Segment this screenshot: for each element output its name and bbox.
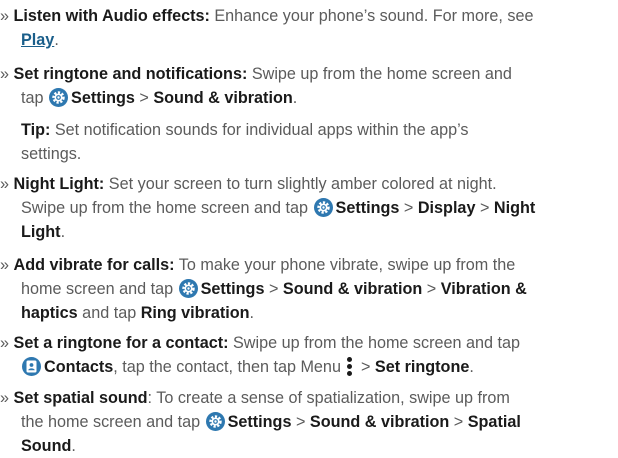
bullet: » bbox=[0, 256, 10, 274]
item-heading: Add vibrate for calls: bbox=[13, 256, 175, 274]
item-heading: Set spatial sound bbox=[13, 389, 148, 407]
play-link[interactable]: Play bbox=[21, 31, 54, 49]
contacts-icon bbox=[22, 357, 41, 376]
bullet: » bbox=[0, 65, 10, 83]
bullet: » bbox=[0, 389, 10, 407]
bullet: » bbox=[0, 175, 10, 193]
item-heading: Set ringtone and notifications: bbox=[13, 65, 248, 83]
item-heading: Night Light: bbox=[13, 175, 105, 193]
list-item-ringtone-notifications: » Set ringtone and notifications: Swipe … bbox=[0, 65, 512, 107]
list-item-audio-effects: » Listen with Audio effects: Enhance you… bbox=[0, 7, 534, 49]
document-page: » Listen with Audio effects: Enhance you… bbox=[0, 0, 618, 455]
bullet: » bbox=[0, 7, 10, 25]
list-item-spatial-sound: » Set spatial sound: To create a sense o… bbox=[0, 389, 521, 455]
tip-label: Tip: bbox=[21, 121, 51, 139]
tip-note: Tip: Set notification sounds for individ… bbox=[21, 121, 469, 163]
menu-kebab-icon bbox=[347, 357, 353, 376]
list-item-night-light: » Night Light: Set your screen to turn s… bbox=[0, 175, 536, 241]
settings-gear-icon bbox=[205, 412, 225, 431]
settings-gear-icon bbox=[49, 88, 69, 107]
list-item-contact-ringtone: » Set a ringtone for a contact: Swipe up… bbox=[0, 334, 521, 376]
list-item-vibrate-calls: » Add vibrate for calls: To make your ph… bbox=[0, 256, 527, 322]
bullet: » bbox=[0, 334, 10, 352]
item-heading: Set a ringtone for a contact: bbox=[13, 334, 229, 352]
item-heading: Listen with Audio effects: bbox=[13, 7, 210, 25]
settings-gear-icon bbox=[178, 279, 198, 298]
settings-gear-icon bbox=[313, 198, 333, 217]
